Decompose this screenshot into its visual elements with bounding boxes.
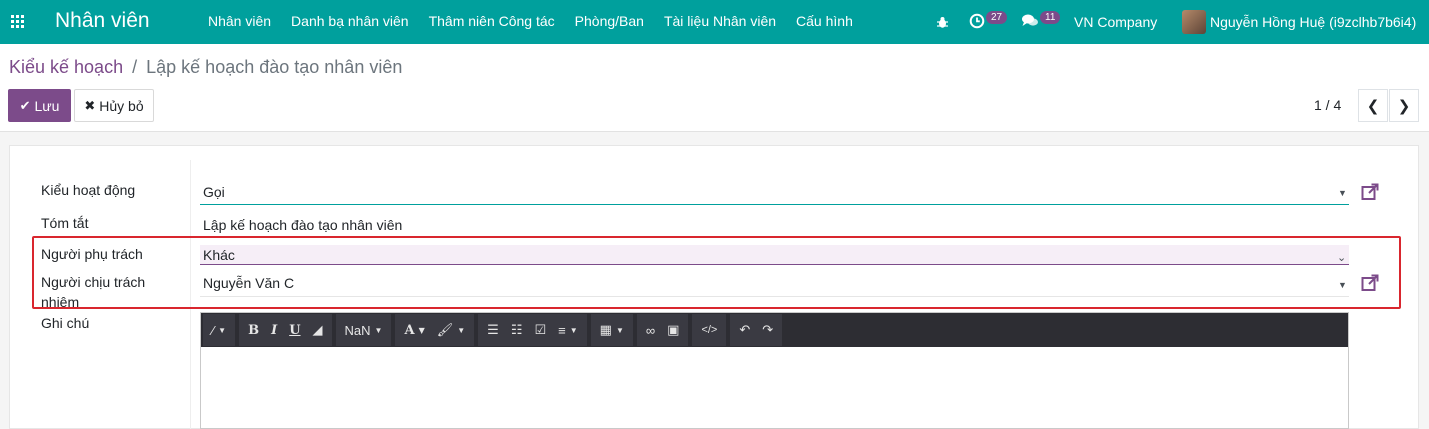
top-navbar: Nhân viên Nhân viên Danh bạ nhân viên Th… bbox=[0, 0, 1429, 44]
menu-item-directory[interactable]: Danh bạ nhân viên bbox=[291, 13, 409, 29]
unordered-list-icon[interactable]: ☰ bbox=[481, 314, 505, 346]
discard-button[interactable]: ✖ Hủy bỏ bbox=[74, 89, 154, 122]
save-button-label: Lưu bbox=[34, 97, 60, 114]
menu-item-documents[interactable]: Tài liệu Nhân viên bbox=[664, 13, 776, 29]
note-label: Ghi chú bbox=[41, 315, 90, 331]
activity-type-label: Kiểu hoạt động bbox=[41, 182, 136, 198]
menu-item-seniority[interactable]: Thâm niên Công tác bbox=[429, 13, 555, 29]
breadcrumb-separator: / bbox=[132, 57, 138, 77]
editor-toolbar: ⁄ ▼ B I U ◢ NaN ▼ A ▼ 🖌 ▼ ☰ ☷ ☑ ≡ ▼ ▦ ▼ ∞ ▣ < bbox=[201, 313, 1348, 347]
discard-button-label: Hủy bỏ bbox=[99, 97, 144, 114]
italic-icon[interactable]: I bbox=[265, 314, 283, 346]
debug-bug-icon[interactable] bbox=[936, 0, 949, 44]
code-view-icon[interactable]: </> bbox=[695, 314, 723, 346]
toolbar-group-table: ▦ ▼ bbox=[590, 314, 633, 346]
main-menu: Nhân viên Danh bạ nhân viên Thâm niên Cô… bbox=[208, 13, 873, 29]
font-size-value: NaN bbox=[344, 322, 371, 338]
bold-icon[interactable]: B bbox=[242, 314, 265, 346]
redo-icon[interactable]: ↷ bbox=[756, 314, 779, 346]
chat-bubbles-icon bbox=[1021, 13, 1039, 31]
company-switcher[interactable]: VN Company bbox=[1074, 0, 1157, 44]
app-title[interactable]: Nhân viên bbox=[55, 9, 150, 33]
menu-item-employees[interactable]: Nhân viên bbox=[208, 13, 271, 29]
font-color-icon[interactable]: A ▼ bbox=[398, 314, 430, 346]
pager-next-button[interactable]: ❯ bbox=[1389, 89, 1419, 122]
toolbar-group-code: </> bbox=[692, 314, 727, 346]
underline-icon[interactable]: U bbox=[283, 314, 306, 346]
note-editor[interactable]: ⁄ ▼ B I U ◢ NaN ▼ A ▼ 🖌 ▼ ☰ ☷ ☑ ≡ ▼ ▦ ▼ ∞ ▣ < bbox=[200, 312, 1349, 429]
breadcrumb-parent-link[interactable]: Kiểu kế hoạch bbox=[9, 57, 123, 77]
ordered-list-icon[interactable]: ☷ bbox=[505, 314, 529, 346]
eraser-icon[interactable]: ◢ bbox=[307, 314, 329, 346]
check-icon: ✔ bbox=[19, 97, 31, 113]
paragraph-align-icon[interactable]: ≡ ▼ bbox=[552, 314, 584, 346]
activity-indicator[interactable]: 27 bbox=[969, 0, 1008, 44]
summary-label: Tóm tắt bbox=[41, 215, 89, 231]
menu-item-configuration[interactable]: Cấu hình bbox=[796, 13, 853, 29]
activity-type-underline bbox=[200, 204, 1349, 205]
messages-indicator[interactable]: 11 bbox=[1021, 0, 1061, 44]
highlight-annotation-box bbox=[32, 236, 1401, 309]
magic-wand-style-icon[interactable]: ⁄ ▼ bbox=[206, 314, 232, 346]
toolbar-group-style: ⁄ ▼ bbox=[203, 314, 236, 346]
link-icon[interactable]: ∞ bbox=[640, 314, 661, 346]
message-count-badge: 11 bbox=[1040, 10, 1061, 24]
user-menu[interactable]: Nguyễn Hồng Huệ (i9zclhb7b6i4) bbox=[1182, 0, 1416, 44]
save-button[interactable]: ✔ Lưu bbox=[8, 89, 71, 122]
menu-item-departments[interactable]: Phòng/Ban bbox=[575, 13, 644, 29]
toolbar-group-para: ☰ ☷ ☑ ≡ ▼ bbox=[478, 314, 587, 346]
activity-count-badge: 27 bbox=[986, 10, 1008, 24]
pager-previous-button[interactable]: ❮ bbox=[1358, 89, 1388, 122]
summary-input[interactable]: Lập kế hoạch đào tạo nhân viên bbox=[203, 217, 402, 233]
paintbrush-icon[interactable]: 🖌 ▼ bbox=[431, 314, 471, 346]
chevron-left-icon: ❮ bbox=[1366, 97, 1380, 115]
avatar bbox=[1182, 10, 1206, 34]
toolbar-group-size: NaN ▼ bbox=[335, 314, 392, 346]
activity-type-external-link-icon[interactable] bbox=[1361, 183, 1379, 201]
checklist-icon[interactable]: ☑ bbox=[528, 314, 552, 346]
toolbar-group-font: B I U ◢ bbox=[239, 314, 332, 346]
toolbar-group-color: A ▼ 🖌 ▼ bbox=[395, 314, 475, 346]
user-name: Nguyễn Hồng Huệ (i9zclhb7b6i4) bbox=[1210, 14, 1417, 30]
clock-icon bbox=[969, 13, 985, 32]
font-size-dropdown[interactable]: NaN ▼ bbox=[339, 314, 389, 346]
toolbar-group-history: ↶ ↷ bbox=[730, 314, 783, 346]
apps-menu-icon[interactable] bbox=[11, 15, 24, 28]
toolbar-group-insert: ∞ ▣ bbox=[636, 314, 689, 346]
activity-type-input[interactable]: Gọi bbox=[203, 184, 225, 200]
activity-type-dropdown-icon[interactable]: ▼ bbox=[1338, 188, 1347, 198]
undo-icon[interactable]: ↶ bbox=[733, 314, 756, 346]
breadcrumb-current: Lập kế hoạch đào tạo nhân viên bbox=[146, 57, 403, 77]
chevron-right-icon: ❯ bbox=[1397, 97, 1411, 115]
close-icon: ✖ bbox=[84, 97, 96, 113]
pager-value[interactable]: 1 / 4 bbox=[1314, 97, 1341, 113]
table-icon[interactable]: ▦ ▼ bbox=[594, 314, 630, 346]
image-icon[interactable]: ▣ bbox=[661, 314, 685, 346]
breadcrumb: Kiểu kế hoạch / Lập kế hoạch đào tạo nhâ… bbox=[9, 57, 402, 78]
